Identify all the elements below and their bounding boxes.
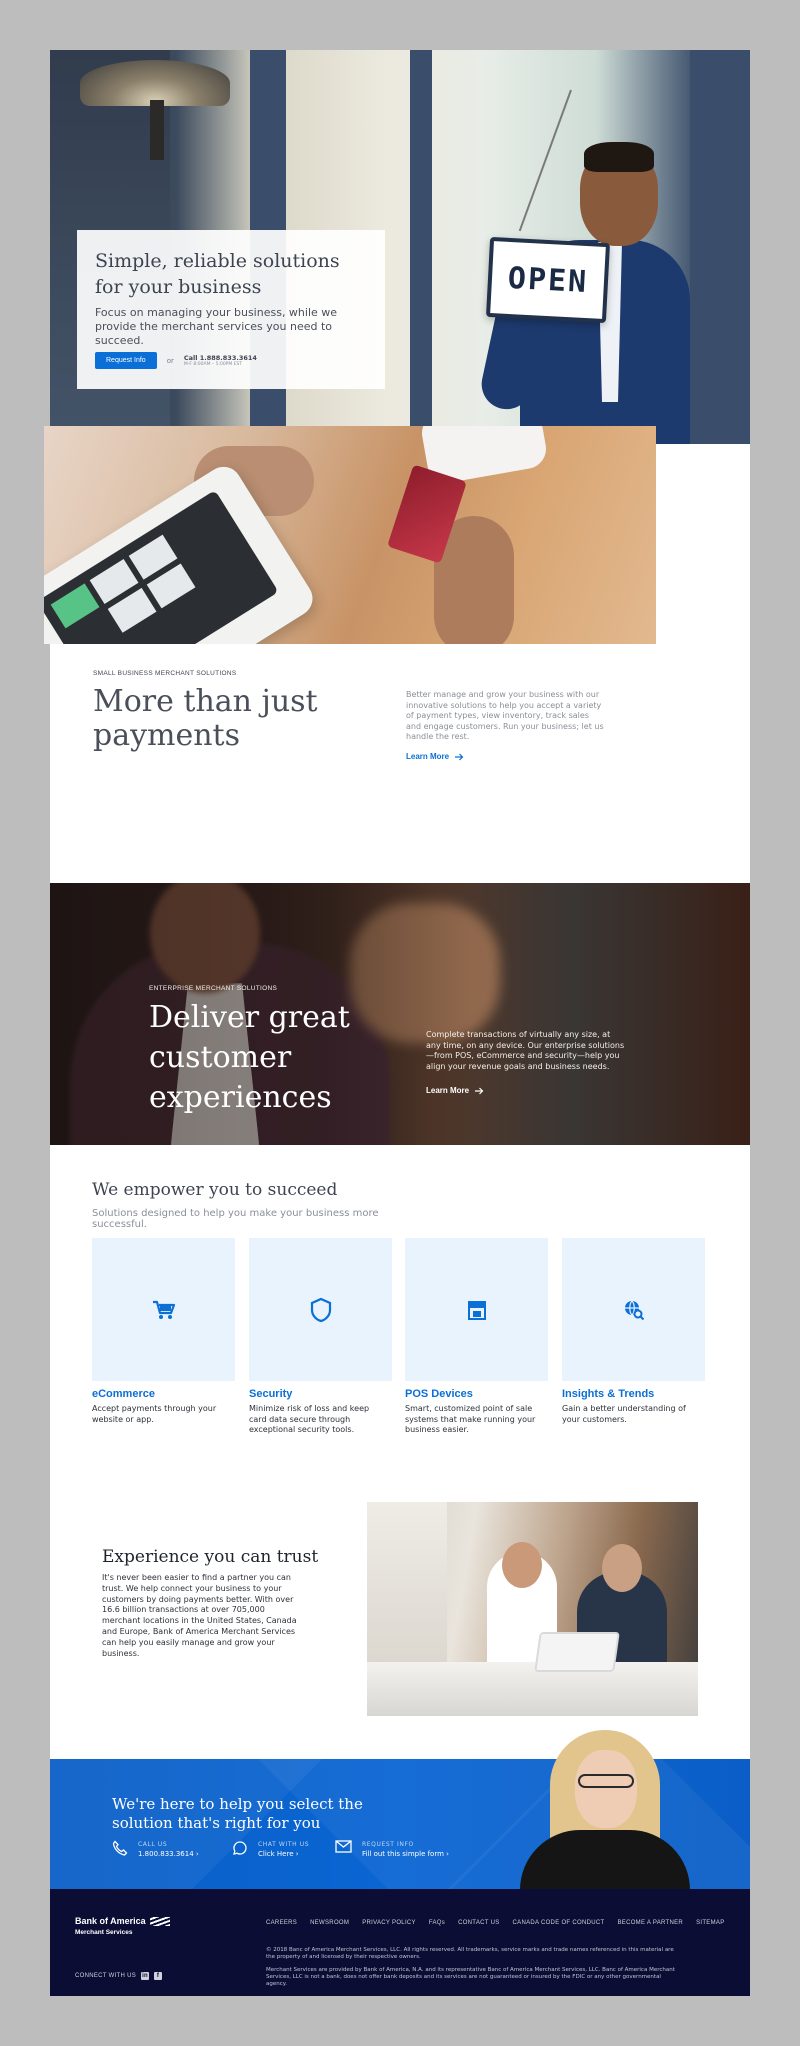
hero-door-frame [690,50,750,444]
request-info-link[interactable]: REQUEST INFO Fill out this simple form › [335,1840,449,1860]
store-icon [467,1300,486,1320]
cta-woman-top [520,1830,690,1890]
chat-click-here[interactable]: Click Here › [258,1849,309,1860]
chevron-right-icon: › [446,1850,449,1858]
shield-icon [310,1297,331,1322]
facebook-icon[interactable]: f [154,1972,163,1980]
flag-logo-icon [149,1916,170,1926]
trust-counter [367,1662,698,1716]
security-tile[interactable] [249,1238,392,1381]
chat-label: CHAT WITH US [258,1841,310,1848]
hero-banner: OPEN Simple, reliable solutions for your… [50,50,750,444]
enterprise-eyebrow: ENTERPRISE MERCHANT SOLUTIONS [149,985,278,992]
hero-title: Simple, reliable solutions for your busi… [95,250,340,298]
call-us-value: 1.800.833.3614 [138,1850,194,1858]
connect-with-us: CONNECT WITH US in f [75,1972,163,1980]
insights-tile[interactable] [562,1238,705,1381]
footer-link-privacy[interactable]: PRIVACY POLICY [362,1920,416,1926]
pos-devices-title[interactable]: POS Devices [405,1388,473,1400]
footer-link-canada-code[interactable]: CANADA CODE OF CONDUCT [513,1920,605,1926]
footer-copyright: © 2018 Banc of America Merchant Services… [266,1947,674,1960]
insights-text: Gain a better understanding of your cust… [562,1404,686,1424]
ecommerce-tile[interactable] [92,1238,235,1381]
logo-text: Bank of America [75,1916,146,1926]
enterprise-banner: ENTERPRISE MERCHANT SOLUTIONS Deliver gr… [50,883,750,1145]
footer-link-partner[interactable]: BECOME A PARTNER [617,1920,683,1926]
security-title[interactable]: Security [249,1388,292,1400]
enterprise-text: Complete transactions of virtually any s… [426,1030,625,1071]
request-info-button[interactable]: Request Info [95,352,157,369]
footer-link-careers[interactable]: CAREERS [266,1920,297,1926]
footer-link-faqs[interactable]: FAQs [429,1920,445,1926]
payments-text: Better manage and grow your business wit… [406,690,604,742]
phone-icon [112,1840,128,1856]
hero-or-text: or [166,356,174,365]
enterprise-learn-more-link[interactable]: Learn More [426,1086,484,1095]
enterprise-title: Deliver great customer experiences [149,1000,350,1115]
request-info-label: REQUEST INFO [362,1841,414,1848]
chevron-right-icon: › [195,1850,199,1858]
request-info-value: Fill out this simple form [362,1850,444,1858]
trust-pos-terminal [534,1632,620,1672]
cta-title: We're here to help you select the soluti… [112,1795,363,1832]
arrow-right-icon [475,1087,484,1094]
learn-more-label: Learn More [406,752,450,761]
hero-actions: Request Info or Call 1.888.833.3614 M-F … [95,352,257,369]
mail-icon [335,1840,352,1853]
connect-label: CONNECT WITH US [75,1973,137,1979]
payments-eyebrow: SMALL BUSINESS MERCHANT SOLUTIONS [93,670,237,677]
call-us-link[interactable]: CALL US 1.800.833.3614 › [112,1840,199,1860]
hero-door-frame [410,50,432,444]
chevron-right-icon: › [295,1850,299,1858]
call-us-number[interactable]: 1.800.833.3614 › [138,1849,199,1860]
open-sign: OPEN [485,236,611,324]
open-sign-text: OPEN [507,260,589,300]
chat-link[interactable]: CHAT WITH US Click Here › [232,1840,309,1860]
footer-link-newsroom[interactable]: NEWSROOM [310,1920,349,1926]
trust-title: Experience you can trust [102,1547,319,1567]
logo-subtitle: Merchant Services [75,1929,133,1936]
hero-lamp-arm [150,100,164,160]
hero-person-hair [584,142,654,172]
pos-devices-text: Smart, customized point of sale systems … [405,1404,536,1434]
bank-of-america-logo[interactable]: Bank of America [75,1916,170,1926]
footer-nav: CAREERS NEWSROOM PRIVACY POLICY FAQs CON… [266,1920,725,1926]
cta-woman-face [575,1750,637,1828]
chat-value: Click Here [258,1850,294,1858]
cta-woman-glasses [578,1774,634,1788]
trust-image [367,1502,698,1716]
empower-title: We empower you to succeed [92,1180,338,1200]
trust-text: It's never been easier to find a partner… [102,1573,297,1658]
chat-icon [233,1841,247,1855]
security-text: Minimize risk of loss and keep card data… [249,1404,370,1434]
request-info-form[interactable]: Fill out this simple form › [362,1849,449,1860]
payments-image [44,426,656,644]
arrow-right-icon [455,753,464,760]
hero-call-hours: M-F 8:00AM – 5:00PM EST [183,361,243,367]
footer-disclaimer: Merchant Services are provided by Bank o… [266,1967,675,1987]
footer-link-sitemap[interactable]: SITEMAP [696,1920,724,1926]
hero-call-number[interactable]: Call 1.888.833.3614 [184,354,257,362]
hero-call[interactable]: Call 1.888.833.3614 M-F 8:00AM – 5:00PM … [184,354,257,368]
empower-subtitle: Solutions designed to help you make your… [92,1208,379,1230]
cart-icon [152,1300,175,1319]
insights-title[interactable]: Insights & Trends [562,1388,654,1400]
hero-card: Simple, reliable solutions for your busi… [77,230,385,389]
footer-link-contact[interactable]: CONTACT US [458,1920,499,1926]
pos-devices-tile[interactable] [405,1238,548,1381]
hero-text: Focus on managing your business, while w… [95,306,338,347]
trust-man-head [602,1544,642,1592]
ecommerce-title[interactable]: eCommerce [92,1388,155,1400]
pos-tile [50,583,100,629]
learn-more-label: Learn More [426,1086,470,1095]
trust-woman-head [502,1542,542,1588]
globe-search-icon [624,1300,644,1320]
cta-woman [520,1730,690,1890]
ecommerce-text: Accept payments through your website or … [92,1404,217,1424]
call-us-label: CALL US [138,1841,168,1848]
payments-title: More than just payments [93,684,318,753]
linkedin-icon[interactable]: in [141,1972,150,1980]
payments-learn-more-link[interactable]: Learn More [406,752,464,761]
pos-screen [44,490,279,644]
